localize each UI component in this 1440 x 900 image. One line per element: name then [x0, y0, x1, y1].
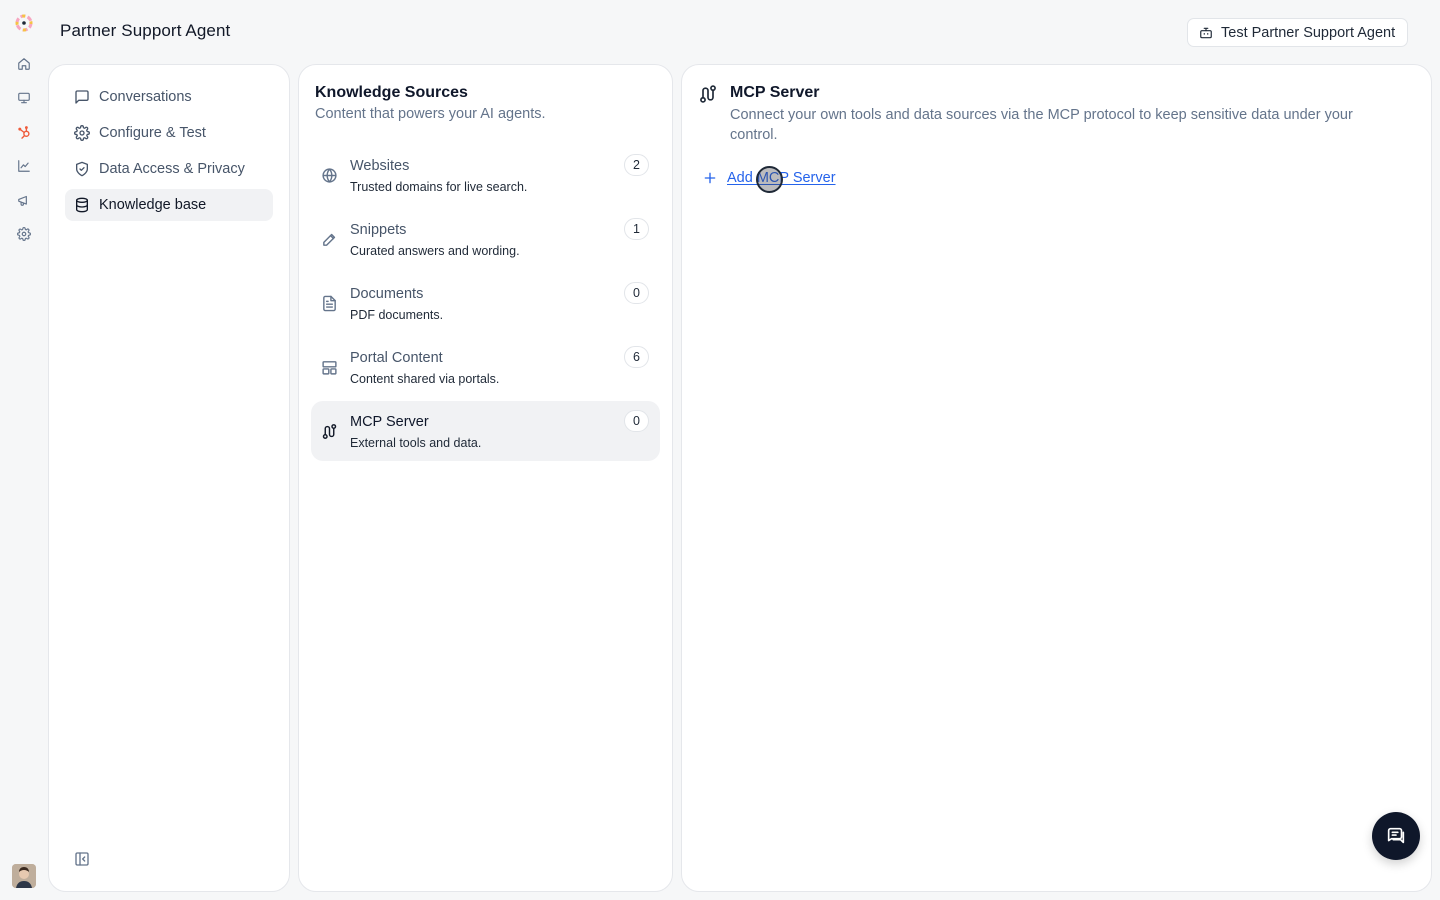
source-name: Portal Content [350, 350, 443, 366]
source-name: MCP Server [350, 414, 429, 430]
sidebar-item-knowledge-base[interactable]: Knowledge base [65, 189, 273, 221]
source-documents[interactable]: Documents PDF documents. 0 [311, 273, 660, 333]
app-logo[interactable] [14, 13, 34, 33]
avatar[interactable] [12, 864, 36, 888]
sidebar-item-label: Data Access & Privacy [99, 161, 245, 177]
add-mcp-server-button[interactable]: Add MCP Server [702, 170, 836, 186]
source-desc: External tools and data. [350, 436, 482, 450]
shield-check-icon [74, 161, 90, 177]
sidebar-menu: Conversations Configure & Test Data Acce… [65, 81, 273, 225]
sidebar-panel: Conversations Configure & Test Data Acce… [48, 64, 290, 892]
collapse-sidebar-icon[interactable] [74, 851, 90, 867]
source-name: Snippets [350, 222, 407, 238]
sidebar-item-configure-test[interactable]: Configure & Test [65, 117, 273, 149]
source-name: Documents [350, 286, 424, 302]
gear-icon[interactable] [15, 225, 33, 243]
source-websites[interactable]: Websites Trusted domains for live search… [311, 145, 660, 205]
database-icon [74, 197, 90, 213]
hubspot-icon[interactable] [15, 123, 33, 141]
count-badge: 0 [624, 282, 649, 304]
file-text-icon [321, 295, 338, 312]
sidebar-item-conversations[interactable]: Conversations [65, 81, 273, 113]
source-desc: Trusted domains for live search. [350, 180, 528, 194]
layout-icon [321, 359, 338, 376]
sidebar-item-label: Knowledge base [99, 197, 207, 213]
chat-button[interactable] [1372, 812, 1420, 860]
route-icon [698, 84, 718, 104]
source-desc: Curated answers and wording. [350, 244, 520, 258]
count-badge: 1 [624, 218, 649, 240]
sidebar-item-data-access-privacy[interactable]: Data Access & Privacy [65, 153, 273, 185]
message-square-icon [74, 89, 90, 105]
mcp-server-title: MCP Server [730, 84, 820, 101]
source-mcp-server[interactable]: MCP Server External tools and data. 0 [311, 401, 660, 461]
bot-icon [1199, 26, 1213, 40]
plus-icon [702, 170, 718, 186]
source-desc: PDF documents. [350, 308, 444, 322]
source-list: Websites Trusted domains for live search… [311, 145, 660, 465]
knowledge-sources-panel: Knowledge Sources Content that powers yo… [298, 64, 673, 892]
source-snippets[interactable]: Snippets Curated answers and wording. 1 [311, 209, 660, 269]
chart-line-icon[interactable] [15, 157, 33, 175]
test-agent-button[interactable]: Test Partner Support Agent [1187, 18, 1408, 47]
source-desc: Content shared via portals. [350, 372, 500, 386]
mcp-server-description: Connect your own tools and data sources … [730, 107, 1353, 143]
source-portal-content[interactable]: Portal Content Content shared via portal… [311, 337, 660, 397]
mcp-server-panel: MCP Server Connect your own tools and da… [681, 64, 1432, 892]
add-mcp-server-label: Add MCP Server [727, 170, 836, 186]
count-badge: 6 [624, 346, 649, 368]
sidebar-item-label: Configure & Test [99, 125, 206, 141]
count-badge: 2 [624, 154, 649, 176]
route-icon [321, 423, 338, 440]
knowledge-sources-title: Knowledge Sources [315, 84, 468, 101]
app-rail [0, 0, 48, 900]
monitor-icon[interactable] [15, 89, 33, 107]
megaphone-icon[interactable] [15, 191, 33, 209]
count-badge: 0 [624, 410, 649, 432]
home-icon[interactable] [15, 55, 33, 73]
test-agent-button-label: Test Partner Support Agent [1221, 24, 1396, 41]
knowledge-sources-subtitle: Content that powers your AI agents. [315, 106, 546, 122]
globe-icon [321, 167, 338, 184]
chat-bubbles-icon [1385, 825, 1407, 847]
sidebar-item-label: Conversations [99, 89, 192, 105]
pencil-icon [321, 231, 338, 248]
gear-icon [74, 125, 90, 141]
page-title: Partner Support Agent [60, 21, 231, 40]
source-name: Websites [350, 158, 410, 174]
